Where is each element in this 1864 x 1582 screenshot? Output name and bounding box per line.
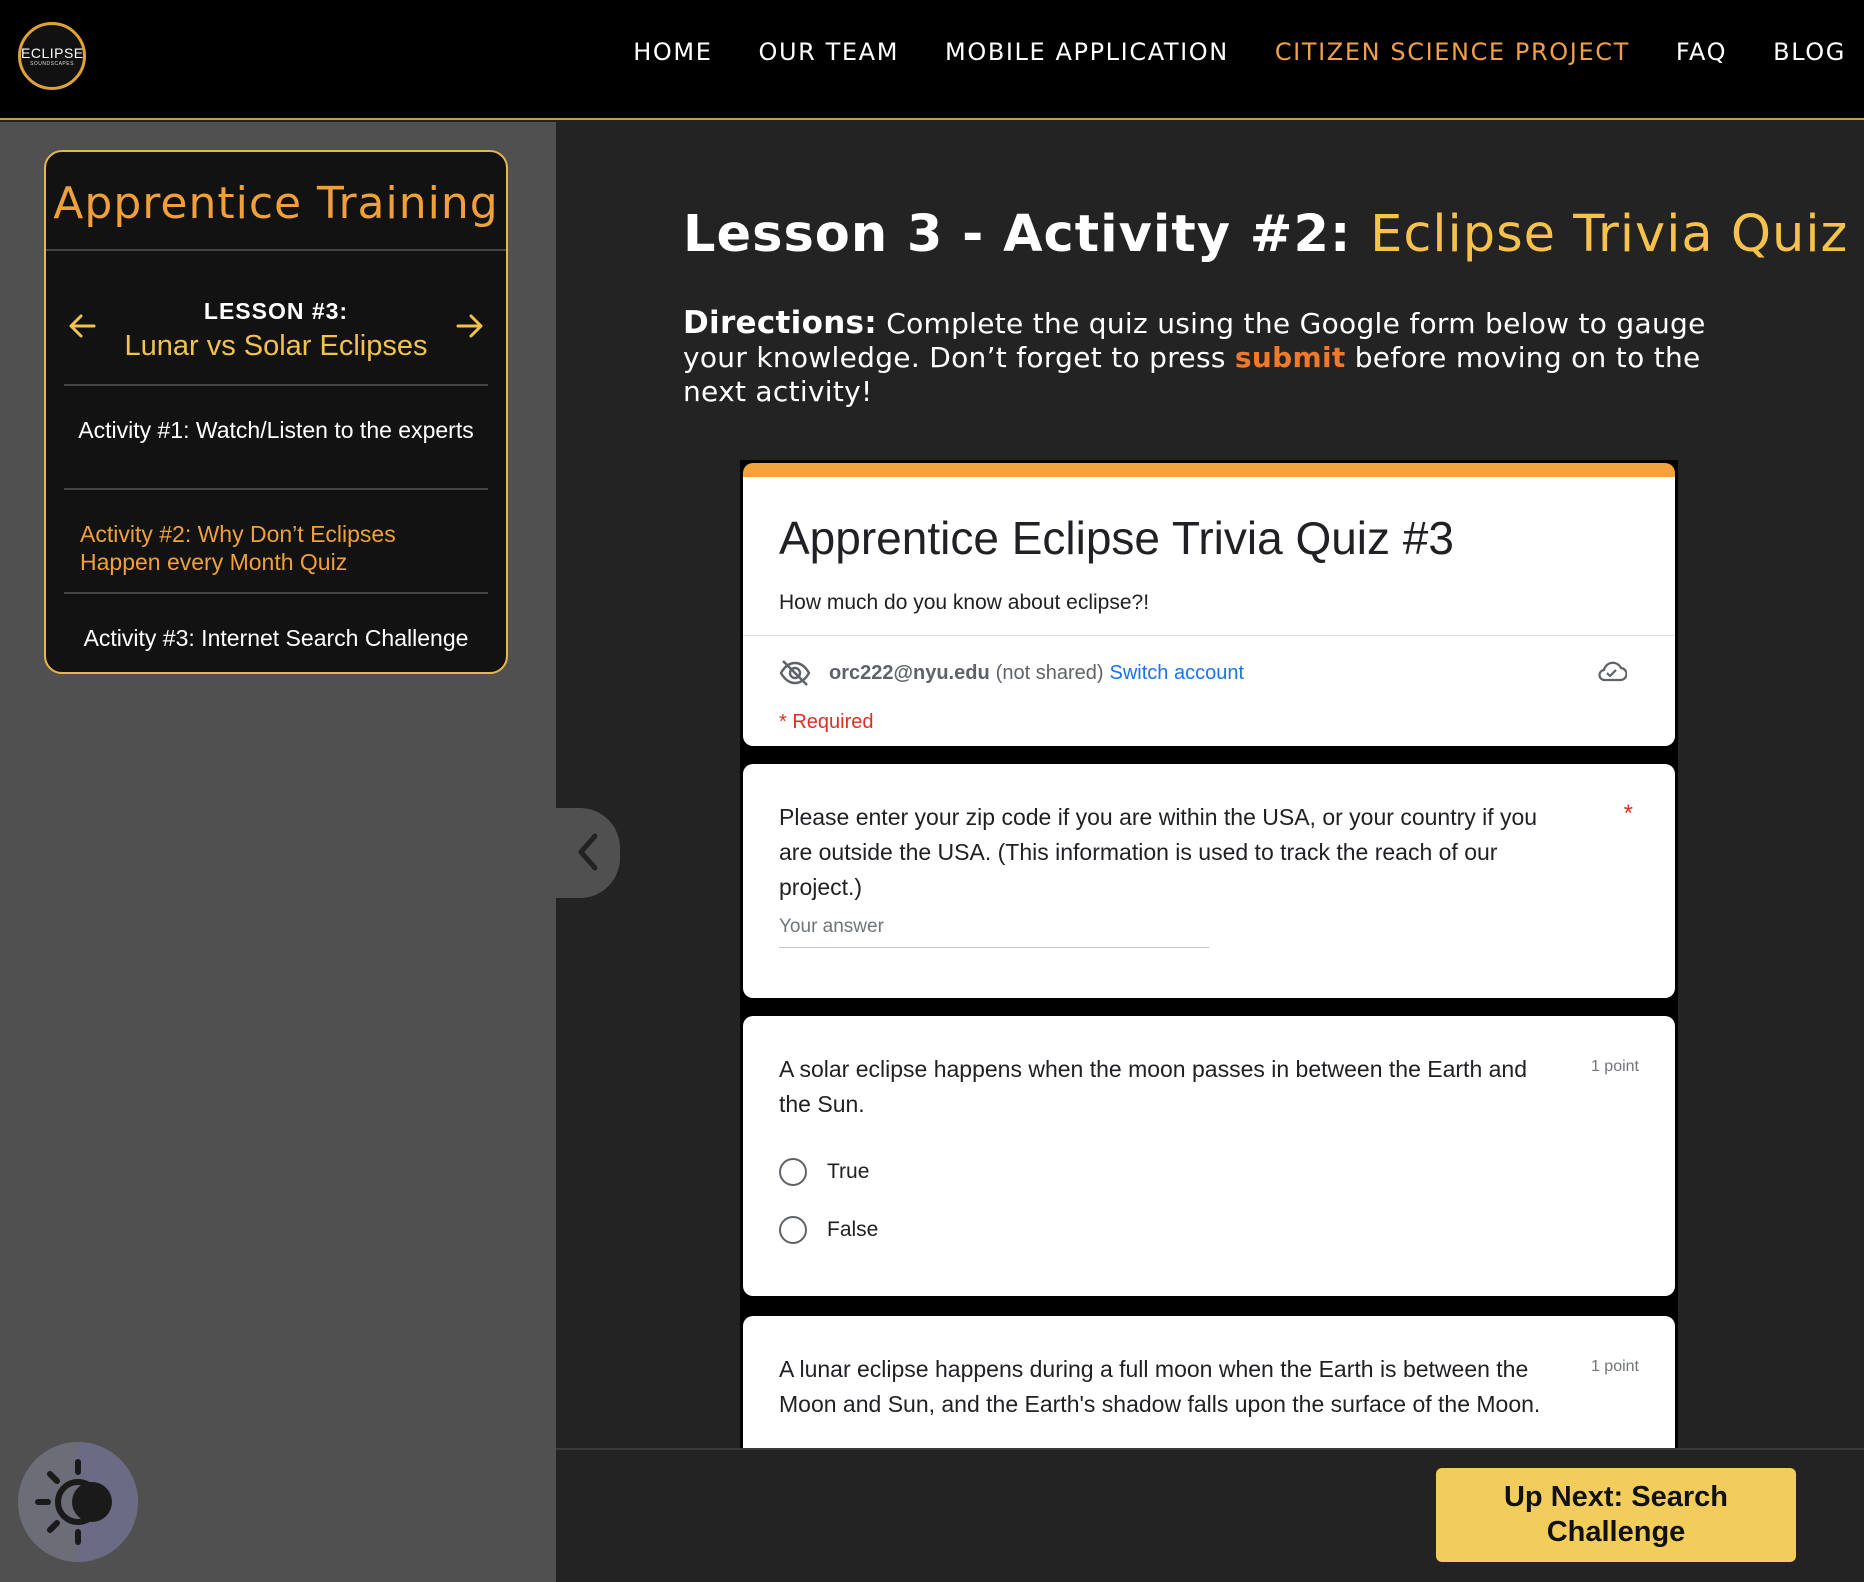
option-label: False [827,1218,879,1241]
directions-text: Directions: Complete the quiz using the … [683,306,1743,409]
lesson-label: LESSON #3: [203,298,349,324]
page-title-highlight: Eclipse Trivia Quiz #3 [1370,205,1864,264]
logo-subtext: SOUNDSCAPES [30,61,74,67]
question-text: Please enter your zip code if you are wi… [779,804,1538,900]
eclipse-soundscapes-logo[interactable]: ECLIPSE SOUNDSCAPES [18,22,86,90]
page-title: Lesson 3 - Activity #2: Eclipse Trivia Q… [683,205,1864,264]
nav-menu: HOME OUR TEAM MOBILE APPLICATION CITIZEN… [587,38,1846,66]
nav-mobile-application[interactable]: MOBILE APPLICATION [945,38,1229,66]
divider [64,384,488,386]
form-description: How much do you know about eclipse?! [779,591,1150,614]
nav-citizen-science-project[interactable]: CITIZEN SCIENCE PROJECT [1275,38,1630,66]
required-asterisk: * [1623,800,1633,827]
not-shared-label: (not shared) [995,661,1104,684]
sidebar-item-activity-3[interactable]: Activity #3: Internet Search Challenge [46,624,506,652]
account-row: orc222@nyu.edu (not shared) Switch accou… [779,659,1244,687]
nav-faq[interactable]: FAQ [1676,38,1727,66]
radio-button[interactable] [779,1216,807,1244]
sun-moon-icon [35,1459,112,1545]
divider [64,592,488,594]
question-card: A solar eclipse happens when the moon pa… [743,1016,1675,1296]
directions-label: Directions: [683,305,878,341]
top-navigation: ECLIPSE SOUNDSCAPES HOME OUR TEAM MOBILE… [0,0,1864,120]
radio-option-true[interactable]: True [779,1158,869,1186]
chevron-left-icon [578,833,598,871]
question-card: Please enter your zip code if you are wi… [743,764,1675,998]
training-card: Apprentice Training LESSON #3: Lunar vs … [44,150,508,674]
option-label: True [827,1160,870,1183]
nav-our-team[interactable]: OUR TEAM [759,38,900,66]
points-label: 1 point [1590,1358,1639,1375]
sidebar-item-activity-1[interactable]: Activity #1: Watch/Listen to the experts [46,416,506,444]
sidebar-item-activity-2[interactable]: Activity #2: Why Don’t Eclipses Happen e… [46,488,506,592]
lesson-name: Lunar vs Solar Eclipses [124,330,428,362]
question-card: A lunar eclipse happens during a full mo… [743,1316,1675,1450]
theme-toggle-button[interactable] [18,1442,138,1562]
sidebar-pane: Apprentice Training LESSON #3: Lunar vs … [0,122,556,1582]
divider [46,249,506,251]
embedded-google-form[interactable]: Apprentice Eclipse Trivia Quiz #3 How mu… [740,460,1678,1450]
logo-text: ECLIPSE [21,45,84,61]
form-header-card: Apprentice Eclipse Trivia Quiz #3 How mu… [743,463,1675,746]
directions-submit: submit [1234,341,1346,374]
page-title-prefix: Lesson 3 - Activity #2: [683,205,1352,264]
question-text: A solar eclipse happens when the moon pa… [779,1056,1527,1117]
switch-account-link[interactable]: Switch account [1110,662,1245,685]
cloud-saved-icon [1598,661,1627,682]
form-title: Apprentice Eclipse Trivia Quiz #3 [779,512,1454,564]
divider [743,635,1675,636]
eye-off-icon [779,660,811,686]
nav-home[interactable]: HOME [633,38,712,66]
training-title: Apprentice Training [53,178,499,229]
points-label: 1 point [1590,1058,1639,1075]
up-next-button[interactable]: Up Next: Search Challenge [1436,1468,1796,1562]
nav-blog[interactable]: BLOG [1773,38,1846,66]
question-text: A lunar eclipse happens during a full mo… [779,1356,1541,1417]
required-note: * Required [779,711,874,733]
account-email: orc222@nyu.edu [829,661,990,684]
answer-input[interactable]: Your answer [779,916,1209,948]
sidebar-item-label: Activity #2: Why Don’t Eclipses Happen e… [80,521,396,575]
arrow-right-icon[interactable] [456,312,484,348]
radio-button[interactable] [779,1158,807,1186]
radio-option-false[interactable]: False [779,1216,878,1244]
